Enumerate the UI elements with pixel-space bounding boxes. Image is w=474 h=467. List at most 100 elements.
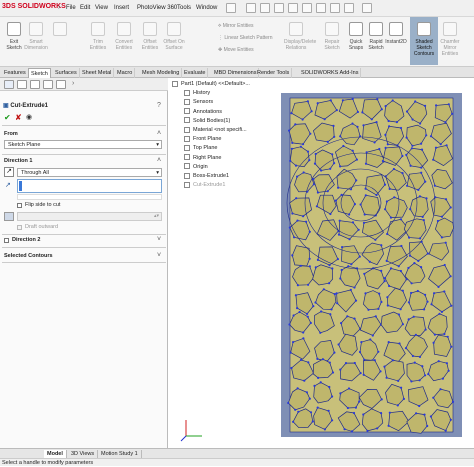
ribbon-button-13[interactable]: Chamfer Mirror Entities [438,17,462,65]
sketch-node [377,350,380,353]
flip-side-checkbox[interactable] [17,203,22,208]
sketch-node [386,304,389,307]
mirror-entities-item[interactable]: ⟡ Mirror Entities [218,23,254,29]
feature-manager-tab-icon[interactable] [4,80,14,89]
linear-pattern-item[interactable]: ⋮ Linear Sketch Pattern [218,35,272,41]
bottom-tab-3d-views[interactable]: 3D Views [68,450,99,458]
rebuild-icon[interactable] [344,3,354,13]
expand-chevron-icon[interactable]: ˅ [157,236,161,243]
preview-eye-icon[interactable]: ◉ [26,113,32,121]
tab-render-tools[interactable]: Render Tools [255,68,293,78]
solidworks-logo[interactable]: 3DS SOLIDWORKS [2,3,66,10]
sketch-node [335,109,338,112]
tab-evaluate[interactable]: Evaluate [182,68,209,78]
ribbon-button-3[interactable]: Trim Entities [86,17,110,65]
bottom-tab-motion-study-1[interactable]: Motion Study 1 [98,450,142,458]
tab-mbd-dimensions[interactable]: MBD Dimensions [212,68,260,78]
menu-chevron-icon[interactable]: › [58,4,60,11]
sketch-node [348,238,351,241]
save-icon[interactable] [288,3,298,13]
menu-tools[interactable]: Tools [177,5,191,11]
sketch-node [433,333,436,336]
end-condition-dropdown[interactable]: Through All ▾ [17,168,162,177]
ribbon-button-8[interactable]: Repair Sketch [320,17,344,65]
move-entities-item[interactable]: ✥ Move Entities [218,47,254,53]
home-icon[interactable] [246,3,256,13]
sketch-node [334,199,337,202]
sketch-node [374,238,377,241]
sketch-node [296,219,299,222]
dimxpert-tab-icon[interactable] [43,80,53,89]
tab-sketch[interactable]: Sketch [28,68,51,78]
tree-node[interactable]: Sensors [184,98,213,106]
tree-node[interactable]: Cut-Extrude1 [184,181,225,189]
pin-icon[interactable] [226,3,236,13]
draft-outward-checkbox[interactable] [17,225,22,230]
new-document-icon[interactable] [260,3,270,13]
select-icon[interactable] [330,3,340,13]
sketch-node [415,412,418,415]
sketch-node [396,404,399,407]
tree-node[interactable]: Origin [184,163,208,171]
tree-node[interactable]: Annotations [184,108,222,116]
ribbon-button-11[interactable]: Instant2D [384,17,408,65]
tree-node[interactable]: Top Plane [184,144,217,152]
tree-node[interactable]: Material <not specifi... [184,126,247,134]
tab-macro[interactable]: Macro [115,68,136,78]
ribbon-button-1[interactable]: Smart Dimension [24,17,48,65]
display-manager-tab-icon[interactable] [56,80,66,89]
property-manager-tab-icon[interactable] [17,80,27,89]
expand-chevron-icon[interactable]: ˅ [157,252,161,259]
direction2-checkbox[interactable] [4,238,9,243]
menu-file[interactable]: File [66,5,76,11]
ribbon-button-4[interactable]: Convert Entities [112,17,136,65]
sketch-node [417,188,420,191]
sketch-node [339,165,342,168]
tree-node[interactable]: Front Plane [184,135,221,143]
configuration-manager-tab-icon[interactable] [30,80,40,89]
tree-node[interactable]: Solid Bodies(1) [184,117,230,125]
from-dropdown[interactable]: Sketch Plane ▾ [4,140,162,149]
menu-window[interactable]: Window [196,5,217,11]
menu-insert[interactable]: Insert [114,5,129,11]
draft-angle-input[interactable]: ▴▾ [17,212,162,221]
undo-icon[interactable] [316,3,326,13]
tab-mesh-modeling[interactable]: Mesh Modeling [140,68,183,78]
help-icon[interactable]: ? [157,102,161,109]
tab-sheet-metal[interactable]: Sheet Metal [80,68,115,78]
open-icon[interactable] [274,3,284,13]
bottom-tab-model[interactable]: Model [44,450,67,458]
tree-node[interactable]: History [184,89,210,97]
collapse-chevron-icon[interactable]: ˄ [157,157,161,164]
tab-surfaces[interactable]: Surfaces [53,68,80,78]
options-icon[interactable] [362,3,372,13]
menu-edit[interactable]: Edit [80,5,90,11]
ribbon-button-0[interactable]: Exit Sketch [2,17,26,65]
cancel-x-icon[interactable]: ✘ [15,113,22,122]
tab-solidworks-add-ins[interactable]: SOLIDWORKS Add-Ins [299,68,362,78]
tab-features[interactable]: Features [2,68,29,78]
reverse-direction-icon[interactable]: ↗ [4,167,14,177]
tree-node[interactable]: Part1 (Default) <<Default>... [172,80,250,88]
draft-toggle-icon[interactable] [4,212,14,221]
ribbon-button-5[interactable]: Offset Entities [138,17,162,65]
ribbon-button-2[interactable] [48,17,72,65]
ribbon-button-7[interactable]: Display/Delete Relations [284,17,316,65]
ribbon-button-12[interactable]: Shaded Sketch Contours [410,17,438,65]
direction-vector-list[interactable] [17,194,162,200]
direction-vector-input[interactable] [17,179,162,193]
tree-node[interactable]: Right Plane [184,154,221,162]
collapse-chevron-icon[interactable]: ˄ [157,130,161,137]
menu-photoview[interactable]: PhotoView 360 [137,5,177,11]
sketch-node [292,341,295,344]
part-sketch-view[interactable] [281,93,462,437]
tree-node[interactable]: Boss-Extrude1 [184,172,229,180]
ok-check-icon[interactable]: ✔ [4,113,11,122]
sketch-node [320,169,323,172]
panel-arrow-icon[interactable]: › [72,80,74,87]
sketch-node [289,159,292,162]
print-icon[interactable] [302,3,312,13]
menu-view[interactable]: View [95,5,108,11]
sketch-node [446,335,449,338]
ribbon-button-6[interactable]: Offset On Surface [162,17,186,65]
